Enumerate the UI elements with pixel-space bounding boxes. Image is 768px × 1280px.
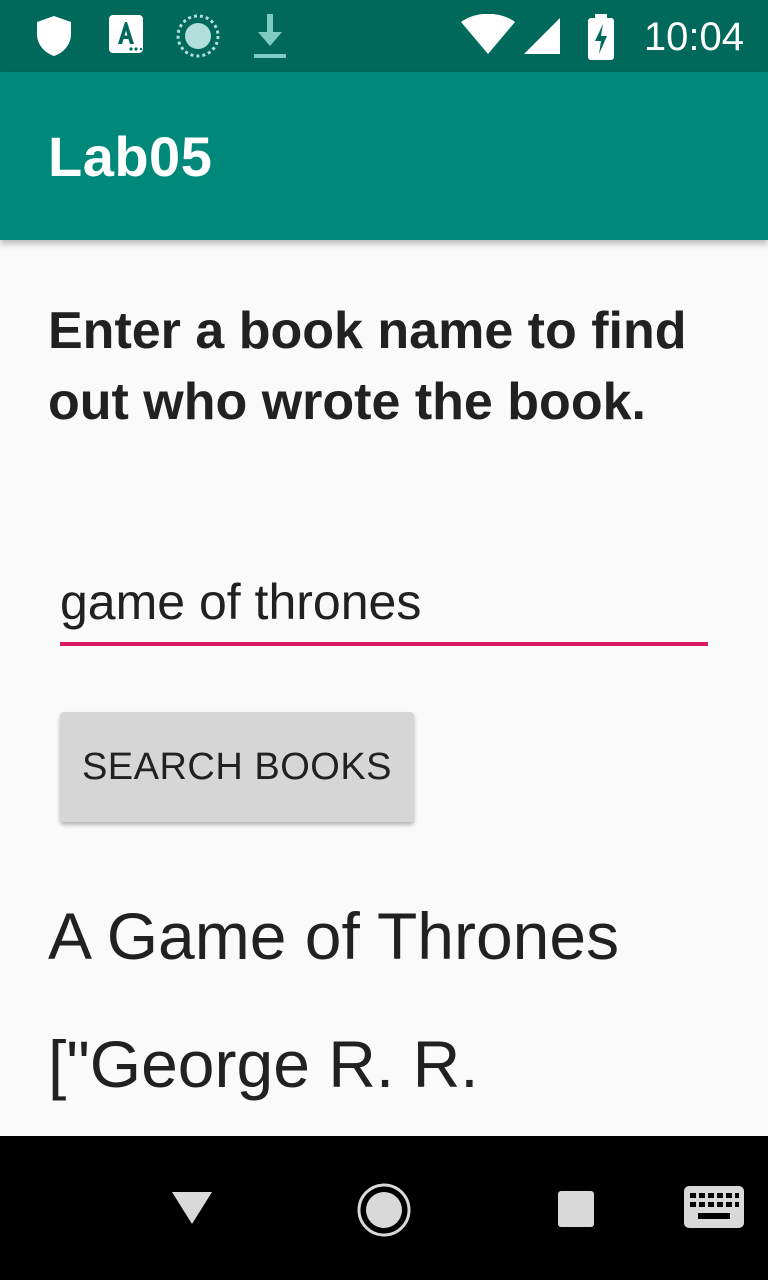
wifi-icon	[461, 14, 515, 54]
keyboard-icon[interactable]	[684, 1186, 744, 1228]
shield-icon	[37, 16, 71, 56]
result-authors: ["George R. R.	[48, 1027, 479, 1101]
status-time: 10:04	[643, 15, 744, 59]
navigation-bar	[0, 1136, 768, 1280]
app-title: Lab05	[48, 125, 213, 188]
search-books-button[interactable]: SEARCH BOOKS	[60, 712, 414, 822]
back-icon[interactable]	[170, 1188, 214, 1228]
instructions-text: Enter a book name to find out who wrote …	[48, 302, 687, 431]
result-title: A Game of Thrones	[48, 899, 620, 973]
sync-icon	[176, 14, 220, 58]
battery-charging-icon	[588, 14, 614, 60]
cell-signal-icon	[524, 18, 560, 54]
recents-icon[interactable]	[556, 1189, 596, 1229]
book-name-input[interactable]	[60, 566, 708, 646]
download-icon	[254, 14, 286, 58]
home-icon[interactable]	[356, 1182, 412, 1238]
main-content: Enter a book name to find out who wrote …	[0, 240, 768, 1136]
app-bar: Lab05	[0, 72, 768, 240]
status-bar: 10:04	[0, 0, 768, 72]
keyboard-a-icon	[109, 15, 143, 53]
